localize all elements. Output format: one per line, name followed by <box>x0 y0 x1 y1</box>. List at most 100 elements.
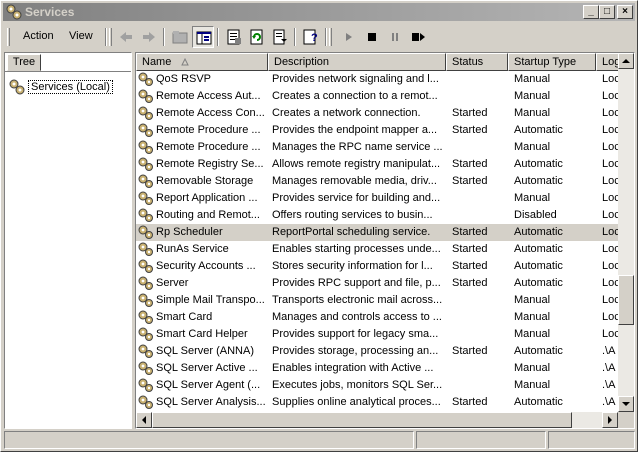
service-startup-type: Manual <box>514 311 551 323</box>
service-name: Smart Card Helper <box>156 328 248 340</box>
service-gear-icon <box>138 395 153 409</box>
table-row[interactable]: QoS RSVP Provides network signaling and l… <box>136 71 618 88</box>
service-description: Creates a network connection. <box>272 107 421 119</box>
table-row[interactable]: Removable Storage Manages removable media… <box>136 173 618 190</box>
title-bar[interactable]: Services _ □ × <box>3 3 635 21</box>
service-name: SQL Server Agent (... <box>156 379 261 391</box>
horizontal-scroll-thumb[interactable] <box>152 412 572 428</box>
scroll-down-button[interactable] <box>618 396 634 412</box>
service-description: Stores security information for l... <box>272 260 433 272</box>
service-description: Provides service for building and... <box>272 192 441 204</box>
pause-service-button[interactable] <box>384 26 406 48</box>
table-row[interactable]: SQL Server Analysis... Supplies online an… <box>136 394 618 411</box>
svg-text:?: ? <box>311 32 318 44</box>
scroll-left-button[interactable] <box>136 412 152 428</box>
service-logon: Loc <box>602 260 618 272</box>
back-arrow-icon <box>120 32 132 42</box>
table-row[interactable]: Report Application ... Provides service f… <box>136 190 618 207</box>
scrollbar-corner <box>618 412 634 428</box>
table-row[interactable]: Remote Procedure ... Provides the endpoin… <box>136 122 618 139</box>
service-description: ReportPortal scheduling service. <box>272 226 431 238</box>
service-gear-icon <box>138 106 153 120</box>
table-row[interactable]: Remote Access Con... Creates a network co… <box>136 105 618 122</box>
vertical-scroll-thumb[interactable] <box>618 275 634 325</box>
restart-service-button[interactable] <box>407 26 429 48</box>
service-gear-icon <box>138 208 153 222</box>
table-row[interactable]: Rp Scheduler ReportPortal scheduling serv… <box>136 224 618 241</box>
table-row[interactable]: Remote Registry Se... Allows remote regis… <box>136 156 618 173</box>
table-row[interactable]: Smart Card Manages and controls access to… <box>136 309 618 326</box>
scroll-up-button[interactable] <box>618 53 634 69</box>
service-description: Provides network signaling and l... <box>272 73 439 85</box>
toolbar-separator <box>294 28 296 46</box>
minimize-button[interactable]: _ <box>583 5 599 19</box>
table-row[interactable]: Simple Mail Transpo... Transports electro… <box>136 292 618 309</box>
service-logon: Loc <box>602 328 618 340</box>
service-description: Transports electronic mail across... <box>272 294 443 306</box>
service-gear-icon <box>138 276 153 290</box>
service-status: Started <box>452 158 488 170</box>
service-name: Remote Access Con... <box>156 107 265 119</box>
services-window: Services _ □ × Action View ? Tree Servic… <box>0 0 638 452</box>
tree-tab[interactable]: Tree <box>7 54 41 71</box>
service-description: Provides support for legacy sma... <box>272 328 439 340</box>
properties-button[interactable] <box>223 26 245 48</box>
service-logon: Loc <box>602 311 618 323</box>
status-panel-2 <box>416 431 546 449</box>
start-service-button[interactable] <box>338 26 360 48</box>
service-gear-icon <box>138 327 153 341</box>
service-logon: .\A <box>602 362 616 374</box>
maximize-button[interactable]: □ <box>599 5 615 19</box>
table-row[interactable]: SQL Server Agent (... Executes jobs, moni… <box>136 377 618 394</box>
horizontal-scrollbar[interactable] <box>136 412 618 428</box>
services-gear-icon <box>9 79 25 95</box>
column-header-name[interactable]: Name <box>136 53 268 71</box>
scroll-right-button[interactable] <box>602 412 618 428</box>
table-row[interactable]: Remote Procedure ... Manages the RPC name… <box>136 139 618 156</box>
service-startup-type: Automatic <box>514 396 563 408</box>
column-header-description[interactable]: Description <box>268 53 446 71</box>
table-row[interactable]: SQL Server (ANNA) Provides storage, proce… <box>136 343 618 360</box>
service-status: Started <box>452 277 488 289</box>
table-row[interactable]: RunAs Service Enables starting processes … <box>136 241 618 258</box>
table-row[interactable]: Server Provides RPC support and file, p..… <box>136 275 618 292</box>
service-description: Manages and controls access to ... <box>272 311 442 323</box>
show-hide-console-tree-button[interactable] <box>192 26 214 48</box>
table-row[interactable]: Remote Access Aut... Creates a connection… <box>136 88 618 105</box>
table-row[interactable]: Routing and Remot... Offers routing servi… <box>136 207 618 224</box>
export-list-button[interactable] <box>269 26 291 48</box>
close-button[interactable]: × <box>617 5 633 19</box>
up-one-level-button[interactable] <box>169 26 191 48</box>
menu-view[interactable]: View <box>69 30 93 42</box>
service-startup-type: Manual <box>514 73 551 85</box>
table-row[interactable]: SQL Server Active ... Enables integration… <box>136 360 618 377</box>
service-gear-icon <box>138 293 153 307</box>
help-icon: ? <box>303 29 318 45</box>
service-gear-icon <box>138 310 153 324</box>
service-name: SQL Server (ANNA) <box>156 345 255 357</box>
refresh-button[interactable] <box>246 26 268 48</box>
service-logon: .\A <box>602 345 616 357</box>
menu-action[interactable]: Action <box>23 30 54 42</box>
service-status: Started <box>452 260 488 272</box>
services-list-view: Name Description Status Startup Type Log… <box>135 52 635 429</box>
status-panel-3 <box>548 431 635 449</box>
service-startup-type: Manual <box>514 107 551 119</box>
column-header-startup-type[interactable]: Startup Type <box>508 53 596 71</box>
vertical-scrollbar[interactable] <box>618 53 634 412</box>
service-logon: .\A <box>602 396 616 408</box>
help-button[interactable]: ? <box>300 26 322 48</box>
console-tree-icon <box>196 31 212 45</box>
forward-button[interactable] <box>138 26 160 48</box>
table-row[interactable]: Smart Card Helper Provides support for le… <box>136 326 618 343</box>
back-button[interactable] <box>115 26 137 48</box>
service-description: Manages the RPC name service ... <box>272 141 443 153</box>
service-name: QoS RSVP <box>156 73 212 85</box>
table-row[interactable]: Security Accounts ... Stores security inf… <box>136 258 618 275</box>
service-gear-icon <box>138 191 153 205</box>
service-description: Creates a connection to a remot... <box>272 90 438 102</box>
service-startup-type: Manual <box>514 379 551 391</box>
stop-service-button[interactable] <box>361 26 383 48</box>
service-logon: .\A <box>602 379 616 391</box>
column-header-status[interactable]: Status <box>446 53 508 71</box>
